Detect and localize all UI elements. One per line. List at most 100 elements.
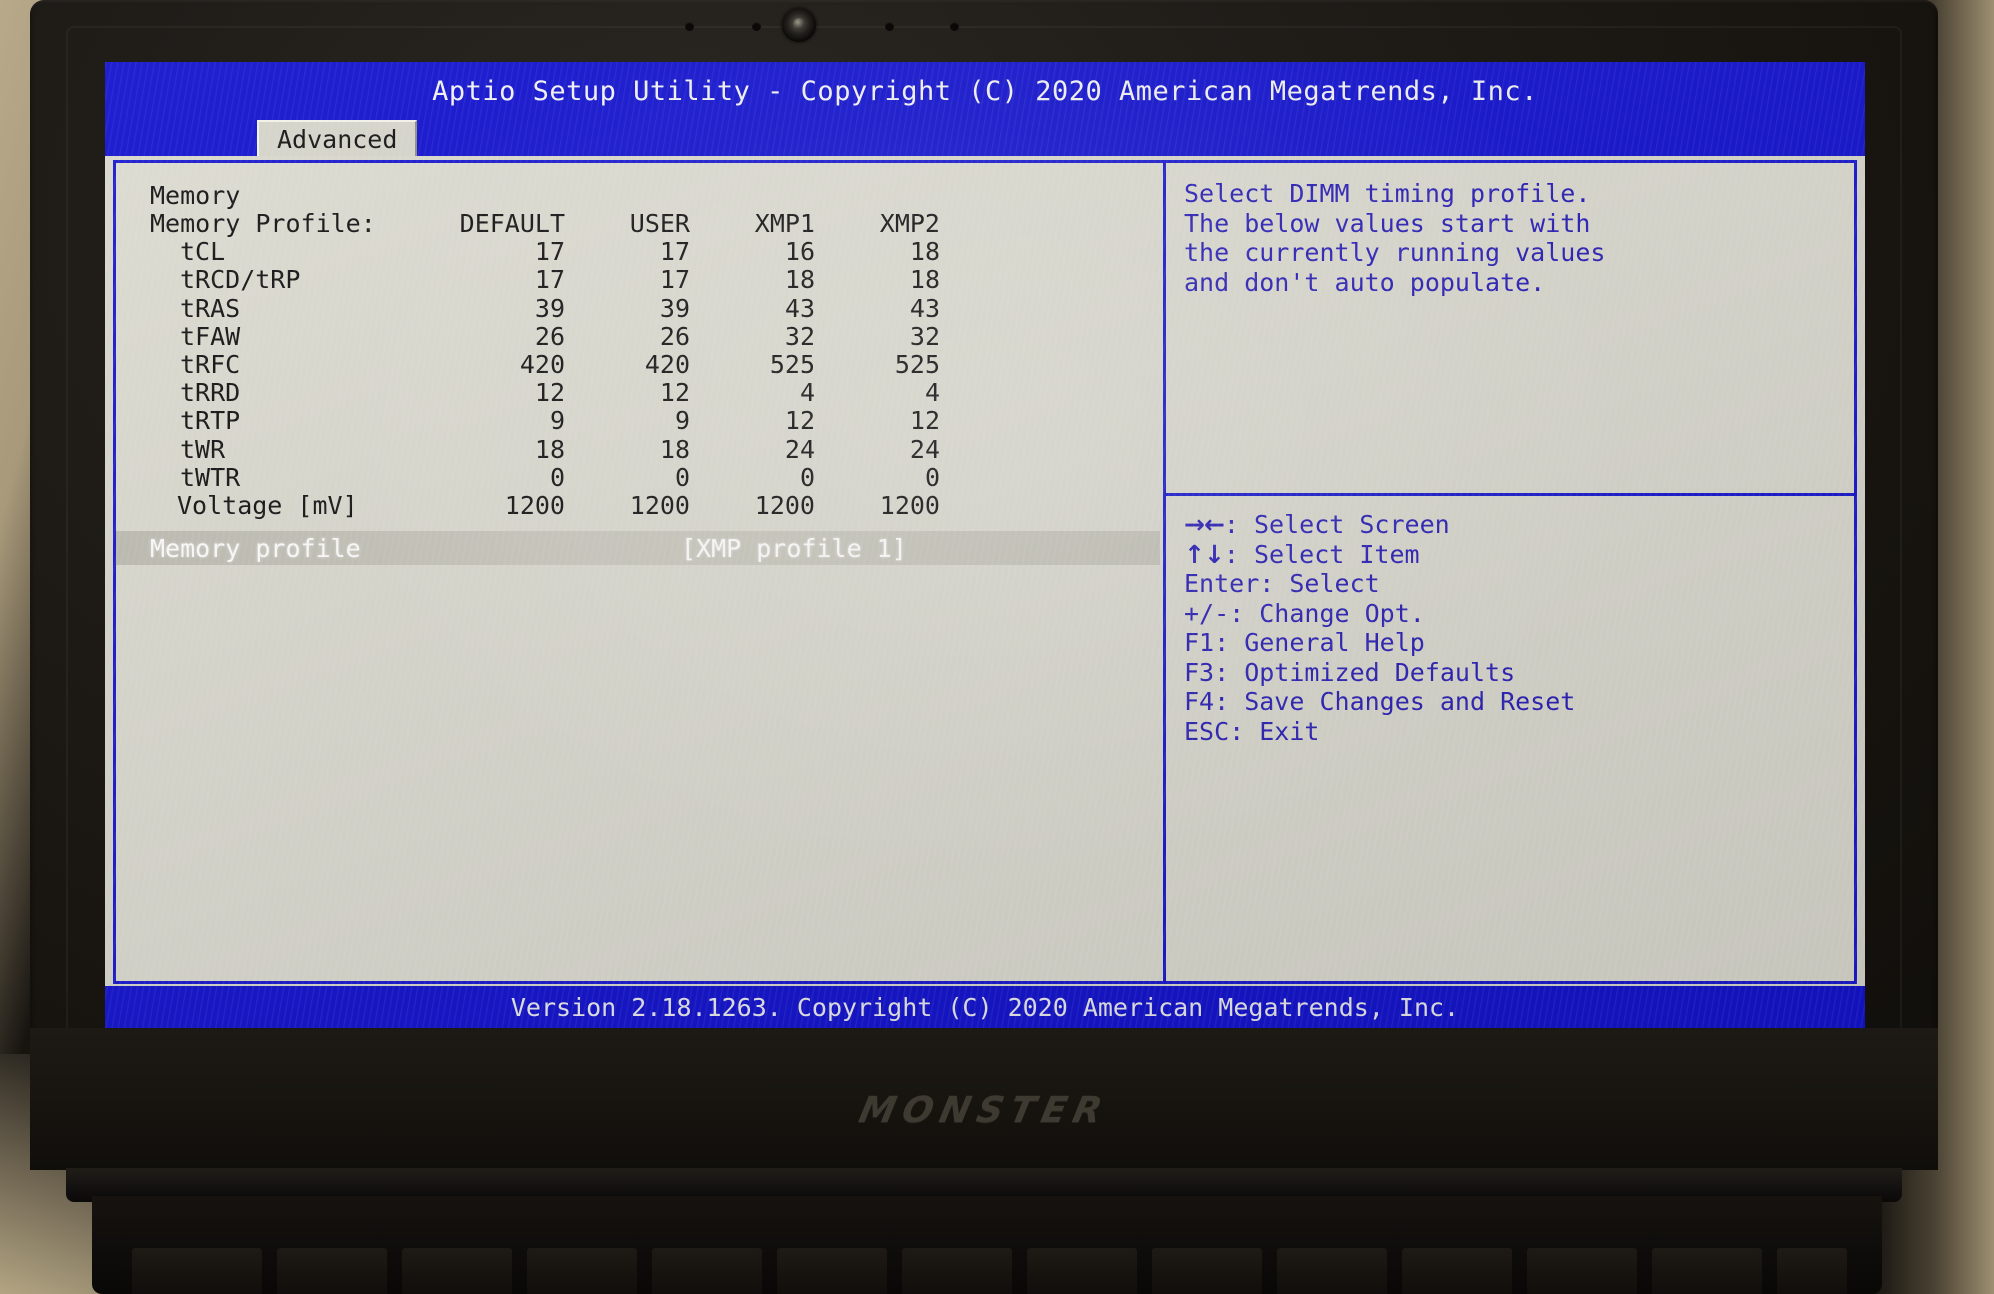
key-legend-label: : Select Screen	[1223, 510, 1450, 539]
key-legend-label: ESC: Exit	[1184, 716, 1320, 746]
key-legend-item-select-screen: →←: Select Screen	[1184, 510, 1854, 540]
help-text-block: Select DIMM timing profile. The below va…	[1166, 163, 1854, 493]
cell-tfaw-default: 26	[534, 321, 565, 351]
cell-twtr-xmp1: 0	[799, 462, 815, 492]
brand-logo: MONSTER	[855, 1090, 1113, 1131]
cell-trtp-xmp1: 12	[784, 406, 815, 436]
webcam-icon	[782, 8, 816, 42]
key-legend-item-f1: F1: General Help	[1184, 628, 1854, 658]
version-text: Version 2.18.1263. Copyright (C) 2020 Am…	[510, 992, 1460, 1022]
keyboard-key	[902, 1248, 1012, 1294]
keyboard-key	[277, 1248, 387, 1294]
cell-twtr-default: 0	[549, 462, 565, 492]
column-header-xmp1: XMP1	[754, 209, 815, 238]
keyboard-key	[652, 1248, 762, 1294]
memory-profile-label: Memory profile	[150, 533, 361, 563]
cell-trcd-user: 17	[659, 265, 690, 295]
table-row: tRFC 420 420 525 525	[150, 350, 1163, 380]
cell-tras-xmp2: 43	[909, 293, 940, 323]
row-label-trfc: tRFC	[180, 350, 241, 380]
cell-trcd-xmp1: 18	[784, 265, 815, 295]
keyboard-key	[1277, 1248, 1387, 1294]
cell-trfc-xmp2: 525	[894, 350, 940, 380]
cell-twr-user: 18	[659, 434, 690, 464]
row-label-trrd: tRRD	[180, 378, 241, 408]
cell-voltage-xmp1: 1200	[754, 491, 815, 521]
key-legend: →←: Select Screen ↑↓: Select Item Enter:…	[1166, 496, 1854, 746]
key-legend-label: Enter: Select	[1184, 569, 1380, 598]
table-row: tFAW 26 26 32 32	[150, 321, 1163, 351]
tab-advanced[interactable]: Advanced	[257, 120, 418, 156]
table-row: Voltage [mV] 1200 1200 1200 1200	[150, 491, 1163, 521]
page-title: Aptio Setup Utility - Copyright (C) 2020…	[432, 75, 1538, 107]
arrow-up-down-icon: ↑↓	[1184, 539, 1225, 569]
row-label-tras: tRAS	[180, 293, 241, 323]
laptop-base	[92, 1196, 1882, 1294]
key-legend-item-esc: ESC: Exit	[1184, 717, 1854, 747]
row-label-twr: tWR	[180, 434, 226, 464]
cell-trfc-default: 420	[519, 350, 565, 380]
cell-voltage-xmp2: 1200	[879, 491, 940, 521]
cell-twr-xmp2: 24	[909, 434, 940, 464]
keyboard-key	[1152, 1248, 1262, 1294]
help-line: The below values start with	[1184, 208, 1591, 238]
cell-twtr-user: 0	[674, 462, 690, 492]
key-legend-item-change-opt: +/-: Change Opt.	[1184, 599, 1854, 629]
key-legend-label: +/-: Change Opt.	[1184, 598, 1425, 628]
cell-trfc-user: 420	[644, 350, 690, 380]
table-row: tWR 18 18 24 24	[150, 434, 1163, 464]
microphone-hole-mid-right	[885, 22, 894, 31]
keyboard-key	[1777, 1248, 1847, 1294]
cell-trrd-user: 12	[659, 378, 690, 408]
key-legend-label: F1: General Help	[1184, 628, 1425, 657]
help-line: Select DIMM timing profile.	[1184, 179, 1591, 208]
cell-voltage-default: 1200	[504, 491, 565, 521]
key-legend-item-enter: Enter: Select	[1184, 569, 1854, 599]
column-header-default: DEFAULT	[459, 209, 565, 238]
memory-profile-value[interactable]: [XMP profile 1]	[681, 534, 907, 563]
cell-twr-default: 18	[534, 434, 565, 464]
key-legend-item-select-item: ↑↓: Select Item	[1184, 540, 1854, 570]
arrow-left-right-icon: →←	[1184, 510, 1225, 539]
top-bezel	[30, 0, 1938, 62]
table-row: tCL 17 17 16 18	[150, 238, 1163, 266]
cell-twr-xmp1: 24	[784, 434, 815, 464]
cell-tras-default: 39	[534, 293, 565, 323]
row-label-trcd-trp: tRCD/tRP	[180, 265, 301, 295]
keyboard-key	[402, 1248, 512, 1294]
memory-profile-setting-row[interactable]: Memory profile [XMP profile 1]	[116, 531, 1160, 565]
cell-trfc-xmp1: 525	[769, 350, 815, 380]
row-label-twtr: tWTR	[180, 462, 241, 492]
cell-tfaw-user: 26	[659, 321, 690, 351]
keyboard-key	[1652, 1248, 1762, 1294]
table-row: tRCD/tRP 17 17 18 18	[150, 266, 1163, 294]
keyboard-key	[132, 1248, 262, 1294]
help-line: and don't auto populate.	[1184, 267, 1546, 297]
status-bar: Version 2.18.1263. Copyright (C) 2020 Am…	[105, 986, 1865, 1028]
row-label-voltage: Voltage [mV]	[177, 491, 358, 521]
keyboard-key	[1527, 1248, 1637, 1294]
row-label-trtp: tRTP	[180, 406, 241, 436]
keyboard-key	[1402, 1248, 1512, 1294]
cell-tfaw-xmp2: 32	[909, 321, 940, 351]
microphone-hole-mid-left	[752, 22, 761, 31]
help-pane: Select DIMM timing profile. The below va…	[1166, 163, 1854, 981]
help-line: the currently running values	[1184, 238, 1606, 267]
row-label-tfaw: tFAW	[180, 321, 241, 351]
cell-tras-xmp1: 43	[784, 293, 815, 323]
column-header-xmp2: XMP2	[879, 209, 940, 238]
content-panel: Memory Memory Profile: DEFAULT USER XMP1…	[113, 160, 1857, 984]
cell-voltage-user: 1200	[629, 491, 690, 521]
microphone-hole-left	[685, 22, 694, 31]
key-legend-item-f4: F4: Save Changes and Reset	[1184, 687, 1854, 717]
section-title: Memory	[150, 181, 241, 210]
cell-trtp-default: 9	[549, 406, 565, 436]
key-legend-item-f3: F3: Optimized Defaults	[1184, 658, 1854, 688]
key-legend-label: F4: Save Changes and Reset	[1184, 687, 1576, 716]
keyboard-key	[777, 1248, 887, 1294]
cell-twtr-xmp2: 0	[924, 462, 940, 492]
cell-trtp-xmp2: 12	[909, 406, 940, 436]
cell-trrd-xmp2: 4	[924, 378, 940, 408]
cell-trcd-xmp2: 18	[909, 265, 940, 295]
body-wrapper: Memory Memory Profile: DEFAULT USER XMP1…	[105, 156, 1865, 986]
